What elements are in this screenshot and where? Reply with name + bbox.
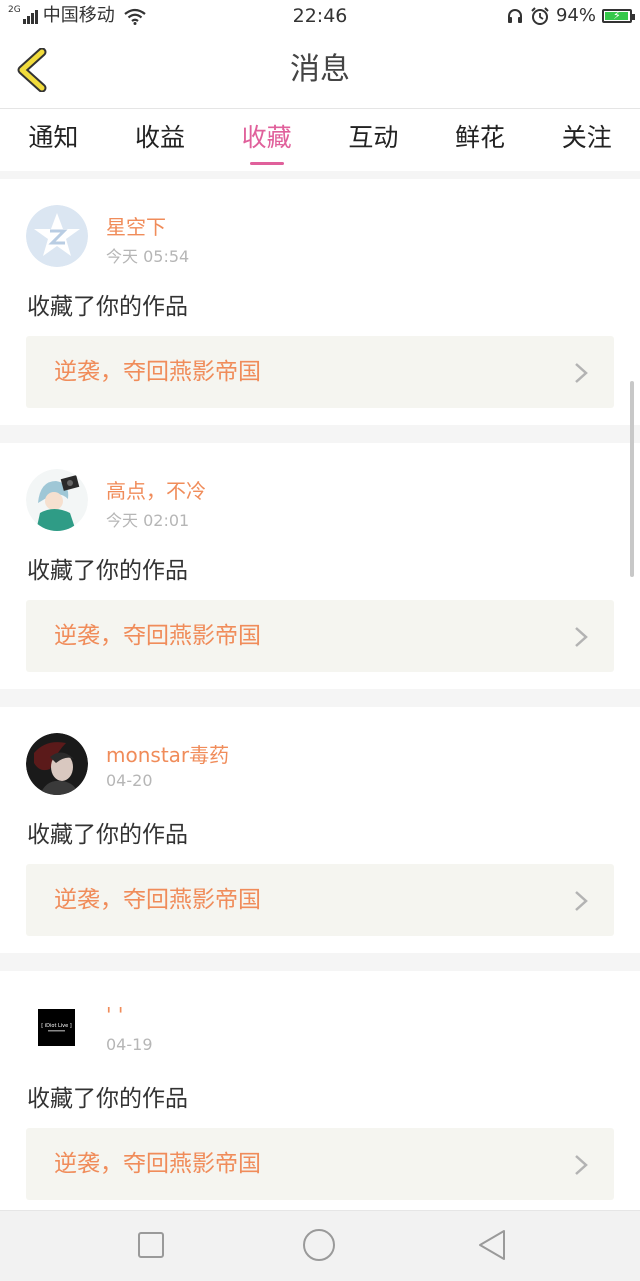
chevron-right-icon bbox=[575, 363, 588, 383]
message-time: 04-19 bbox=[106, 1035, 153, 1054]
chevron-right-icon bbox=[575, 627, 588, 647]
default-qq-avatar-icon bbox=[26, 205, 88, 267]
anime-character-avatar-icon bbox=[26, 469, 88, 531]
work-link[interactable]: 逆袭，夺回燕影帝国 bbox=[26, 864, 614, 936]
status-right: 94% ⚡ bbox=[506, 0, 635, 32]
action-text: 收藏了你的作品 bbox=[27, 558, 188, 584]
username[interactable]: monstar毒药 bbox=[106, 739, 229, 768]
scrollbar[interactable] bbox=[630, 381, 634, 577]
work-link[interactable]: 逆袭，夺回燕影帝国 bbox=[26, 336, 614, 408]
message-card: 星空下 今天 05:54 收藏了你的作品 逆袭，夺回燕影帝国 bbox=[0, 179, 640, 425]
avatar[interactable] bbox=[26, 205, 88, 267]
tab-bar: 通知 收益 收藏 互动 鲜花 关注 bbox=[0, 109, 640, 171]
message-time: 04-20 bbox=[106, 771, 153, 790]
username[interactable]: 星空下 bbox=[106, 211, 166, 240]
chevron-right-icon bbox=[575, 1155, 588, 1175]
username[interactable]: ' ' bbox=[106, 1003, 123, 1027]
page-title: 消息 bbox=[290, 52, 350, 87]
tab-flowers[interactable]: 鲜花 bbox=[427, 109, 534, 171]
chevron-right-icon bbox=[575, 891, 588, 911]
avatar[interactable] bbox=[26, 469, 88, 531]
battery-percent: 94% bbox=[555, 5, 596, 26]
message-time: 今天 05:54 bbox=[106, 247, 190, 266]
action-text: 收藏了你的作品 bbox=[27, 1086, 188, 1112]
tab-earnings[interactable]: 收益 bbox=[107, 109, 214, 171]
home-button[interactable] bbox=[302, 1228, 336, 1262]
username[interactable]: 高点，不冷 bbox=[106, 475, 206, 504]
work-link[interactable]: 逆袭，夺回燕影帝国 bbox=[26, 600, 614, 672]
dark-portrait-avatar-icon bbox=[26, 733, 88, 795]
work-title: 逆袭，夺回燕影帝国 bbox=[54, 359, 261, 385]
alarm-icon bbox=[531, 7, 549, 25]
headphones-icon bbox=[507, 9, 522, 23]
work-title: 逆袭，夺回燕影帝国 bbox=[54, 1151, 261, 1177]
avatar[interactable]: [ iDiot Live ] bbox=[26, 997, 88, 1059]
message-time: 今天 02:01 bbox=[106, 511, 190, 530]
message-list[interactable]: 星空下 今天 05:54 收藏了你的作品 逆袭，夺回燕影帝国 高点，不冷 今天 … bbox=[0, 171, 640, 1210]
message-card: [ iDiot Live ] ' ' 04-19 收藏了你的作品 逆袭，夺回燕影… bbox=[0, 971, 640, 1210]
header: 消息 bbox=[0, 32, 640, 109]
system-nav-bar bbox=[0, 1210, 640, 1281]
action-text: 收藏了你的作品 bbox=[27, 822, 188, 848]
black-logo-avatar-icon: [ iDiot Live ] bbox=[38, 1009, 75, 1046]
avatar[interactable] bbox=[26, 733, 88, 795]
work-title: 逆袭，夺回燕影帝国 bbox=[54, 623, 261, 649]
action-text: 收藏了你的作品 bbox=[27, 294, 188, 320]
back-nav-button[interactable] bbox=[476, 1228, 508, 1262]
status-bar: 2G 中国移动 22:46 94% ⚡ bbox=[0, 0, 640, 32]
tab-notifications[interactable]: 通知 bbox=[0, 109, 107, 171]
message-card: monstar毒药 04-20 收藏了你的作品 逆袭，夺回燕影帝国 bbox=[0, 707, 640, 953]
battery-icon: ⚡ bbox=[602, 9, 635, 23]
work-title: 逆袭，夺回燕影帝国 bbox=[54, 887, 261, 913]
avatar-logo-text: [ iDiot Live ] bbox=[41, 1023, 72, 1029]
tab-favorites[interactable]: 收藏 bbox=[213, 109, 320, 171]
tab-follows[interactable]: 关注 bbox=[533, 109, 640, 171]
message-card: 高点，不冷 今天 02:01 收藏了你的作品 逆袭，夺回燕影帝国 bbox=[0, 443, 640, 689]
recent-apps-button[interactable] bbox=[137, 1231, 165, 1259]
tab-interactions[interactable]: 互动 bbox=[320, 109, 427, 171]
work-link[interactable]: 逆袭，夺回燕影帝国 bbox=[26, 1128, 614, 1200]
